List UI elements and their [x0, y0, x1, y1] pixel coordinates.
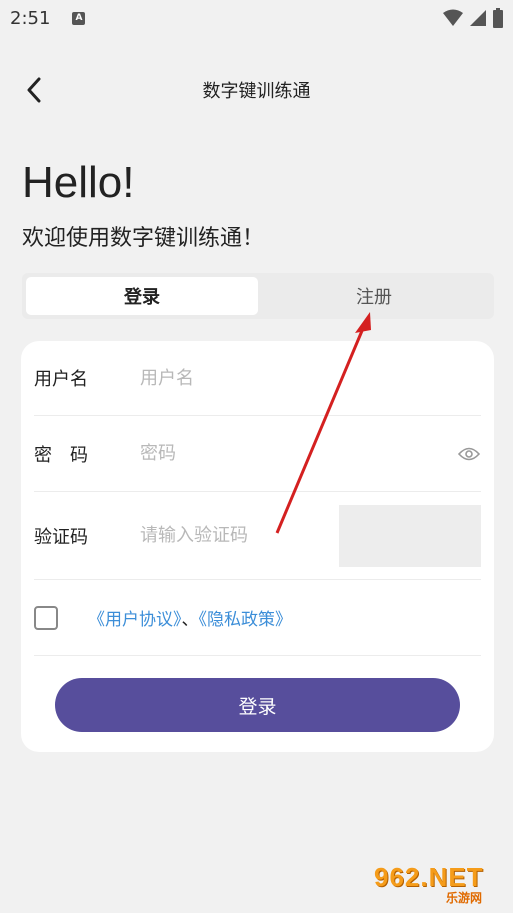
chevron-left-icon [27, 77, 41, 103]
captcha-row: 验证码 [34, 492, 481, 580]
app-notification-icon: A [72, 11, 86, 25]
app-bar: 数字键训练通 [0, 62, 513, 118]
username-label: 用户名 [34, 369, 88, 390]
agreement-checkbox[interactable] [34, 605, 58, 630]
welcome-text: 欢迎使用数字键训练通！ [22, 226, 265, 251]
greeting-heading: Hello! [22, 158, 135, 207]
login-button[interactable]: 登录 [55, 678, 460, 732]
watermark-logo: 962.NET 乐游网 [374, 862, 510, 908]
login-card: 用户名 密 码 验证码 《用户协议》、《隐私政策》 登录 [21, 341, 494, 752]
wifi-icon [443, 9, 463, 26]
captcha-input[interactable] [140, 525, 330, 546]
username-input[interactable] [140, 367, 481, 389]
status-indicators [443, 8, 503, 28]
username-row: 用户名 [34, 341, 481, 416]
status-time: 2:51 [10, 7, 51, 29]
signal-icon [470, 10, 486, 26]
toggle-password-visibility-button[interactable] [457, 442, 481, 466]
password-input[interactable] [140, 443, 457, 464]
auth-tabs: 登录 注册 [22, 273, 494, 319]
agreement-separator: 、 [181, 610, 199, 630]
captcha-image[interactable] [339, 504, 481, 567]
captcha-label: 验证码 [34, 526, 88, 548]
agreement-links: 《用户协议》、《隐私政策》 [88, 605, 292, 630]
tab-register[interactable]: 注册 [258, 277, 490, 315]
password-row: 密 码 [34, 416, 481, 492]
tab-login[interactable]: 登录 [26, 277, 258, 315]
password-label: 密 码 [34, 444, 88, 466]
privacy-policy-link[interactable]: 《隐私政策》 [199, 610, 293, 630]
back-button[interactable] [20, 76, 48, 104]
eye-icon [458, 447, 480, 460]
user-agreement-link[interactable]: 《用户协议》 [88, 610, 182, 630]
watermark-sub-text: 乐游网 [446, 891, 483, 905]
page-title: 数字键训练通 [202, 81, 311, 102]
agreement-row: 《用户协议》、《隐私政策》 [34, 580, 481, 656]
battery-icon [493, 8, 503, 28]
status-bar: 2:51 A [0, 0, 513, 36]
